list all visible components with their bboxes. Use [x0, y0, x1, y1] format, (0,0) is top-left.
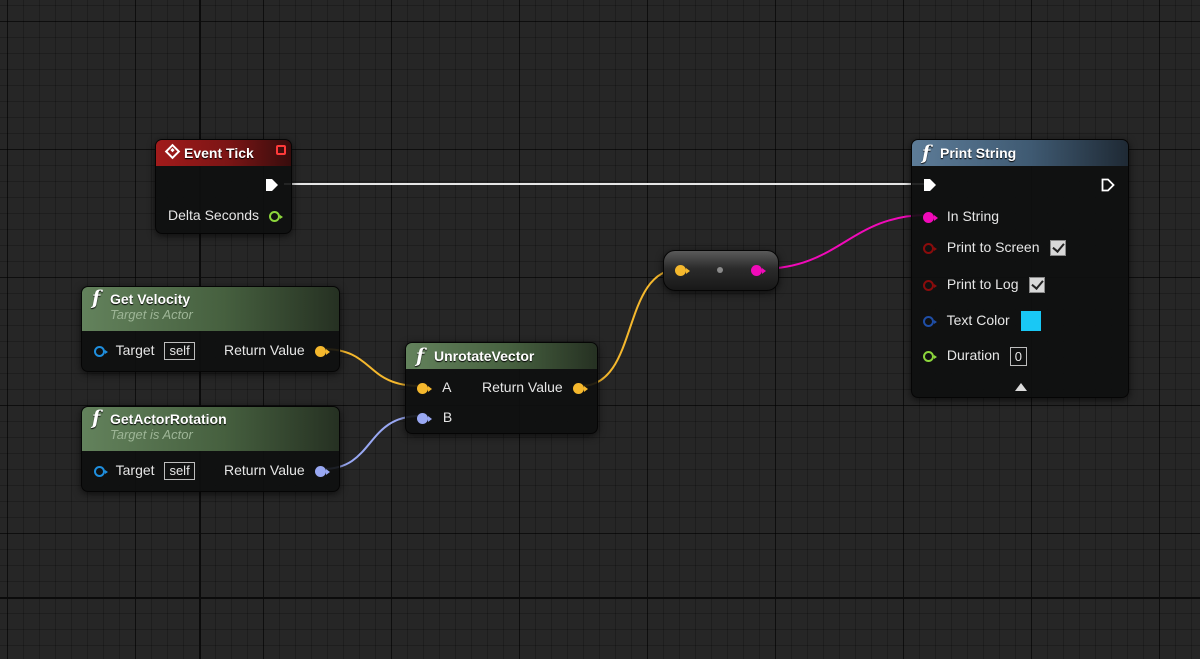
return-value-pin[interactable] [314, 345, 330, 357]
duration-label: Duration [946, 347, 1000, 363]
duration-pin[interactable] [923, 350, 937, 362]
get-actor-rotation-node[interactable]: f GetActorRotation Target is Actor Targe… [81, 406, 340, 492]
print-string-header[interactable]: f Print String [912, 140, 1128, 166]
conversion-node[interactable] [663, 250, 779, 291]
unrotate-vector-node[interactable]: f UnrotateVector A B Return Value [405, 342, 598, 434]
print-to-log-checkbox[interactable] [1029, 277, 1046, 294]
get-actor-rotation-target-row: Target self [94, 460, 195, 481]
input-a-label: A [442, 379, 452, 395]
target-self-field[interactable]: self [164, 462, 195, 481]
target-pin[interactable] [94, 345, 108, 357]
print-to-log-label: Print to Log [946, 276, 1019, 292]
print-to-log-pin[interactable] [923, 279, 937, 291]
return-value-label: Return Value [224, 342, 305, 358]
unrotate-return-row: Return Value [482, 377, 588, 397]
get-velocity-header[interactable]: f Get Velocity Target is Actor [82, 287, 339, 331]
get-velocity-node[interactable]: f Get Velocity Target is Actor Target se… [81, 286, 340, 372]
text-color-label: Text Color [946, 312, 1010, 328]
print-to-log-row: Print to Log [923, 274, 1046, 294]
conversion-output-pin[interactable] [751, 265, 766, 276]
return-value-pin[interactable] [314, 465, 330, 477]
input-a-row: A [417, 377, 451, 397]
in-string-label: In String [946, 208, 1000, 224]
delegate-pin-icon[interactable] [276, 145, 286, 155]
conversion-input-pin[interactable] [675, 265, 690, 276]
print-string-title: Print String [940, 145, 1017, 161]
target-label: Target [115, 462, 155, 478]
text-color-pin[interactable] [923, 315, 937, 327]
exec-output-pin[interactable] [1101, 178, 1115, 192]
in-string-row: In String [923, 206, 999, 226]
text-color-swatch[interactable] [1020, 311, 1041, 332]
print-to-screen-pin[interactable] [923, 242, 937, 254]
event-tick-header[interactable]: Event Tick [156, 140, 291, 166]
return-value-pin[interactable] [572, 382, 588, 394]
target-pin[interactable] [94, 465, 108, 477]
return-value-label: Return Value [224, 462, 305, 478]
get-actor-rotation-header[interactable]: f GetActorRotation Target is Actor [82, 407, 339, 451]
get-velocity-return-row: Return Value [224, 340, 330, 360]
target-self-field[interactable]: self [164, 342, 195, 361]
delta-seconds-label: Delta Seconds [168, 207, 260, 223]
unrotate-vector-title: UnrotateVector [434, 348, 535, 364]
event-tick-title: Event Tick [184, 145, 254, 161]
duration-field[interactable]: 0 [1009, 346, 1027, 366]
event-diamond-icon [164, 143, 181, 160]
print-to-screen-label: Print to Screen [946, 239, 1040, 255]
event-tick-node[interactable]: Event Tick Delta Seconds [155, 139, 292, 234]
reroute-to-instring-wire [759, 214, 929, 270]
get-velocity-target-row: Target self [94, 340, 195, 361]
get-actor-rotation-title: GetActorRotation [110, 411, 227, 427]
input-b-label: B [442, 409, 453, 425]
input-a-pin[interactable] [417, 382, 432, 394]
duration-row: Duration 0 [923, 345, 1027, 366]
in-string-pin[interactable] [923, 211, 938, 223]
delta-seconds-pin[interactable] [268, 210, 283, 222]
exec-input-pin[interactable] [923, 178, 937, 192]
function-icon: f [92, 287, 101, 309]
advanced-display-arrow-icon[interactable] [1015, 383, 1027, 391]
delta-seconds-row: Delta Seconds [168, 205, 283, 225]
get-actor-rotation-return-row: Return Value [224, 460, 330, 480]
function-icon: f [416, 345, 425, 367]
return-value-label: Return Value [482, 379, 563, 395]
exec-output-pin[interactable] [265, 178, 279, 192]
input-b-row: B [417, 407, 452, 427]
target-label: Target [115, 342, 155, 358]
print-to-screen-row: Print to Screen [923, 237, 1067, 257]
unrotate-vector-header[interactable]: f UnrotateVector [406, 343, 597, 369]
get-velocity-subtitle: Target is Actor [110, 307, 193, 322]
input-b-pin[interactable] [417, 412, 432, 424]
print-to-screen-checkbox[interactable] [1050, 240, 1067, 257]
get-actor-rotation-subtitle: Target is Actor [110, 427, 193, 442]
get-velocity-title: Get Velocity [110, 291, 191, 307]
function-icon: f [92, 407, 101, 429]
print-string-node[interactable]: f Print String In String Print to Screen… [911, 139, 1129, 398]
function-icon: f [922, 142, 931, 164]
conversion-dot-icon [717, 267, 723, 273]
text-color-row: Text Color [923, 310, 1041, 332]
